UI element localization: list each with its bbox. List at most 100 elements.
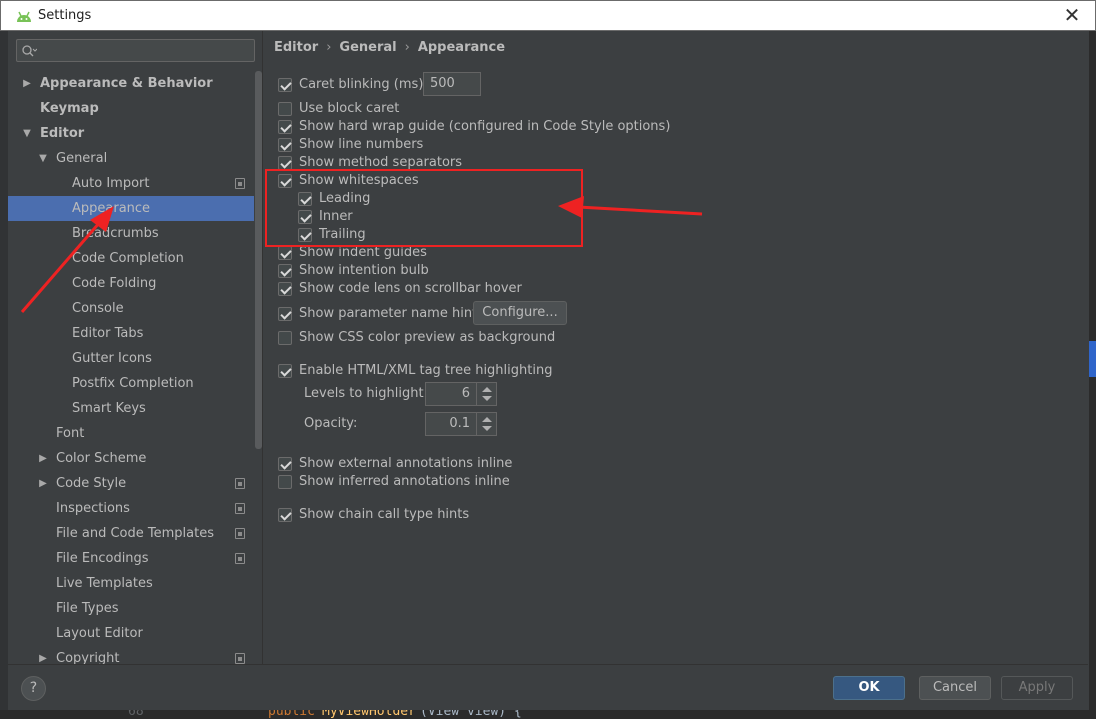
external-annotations-checkbox[interactable]: Show external annotations inline	[278, 455, 518, 473]
android-studio-icon	[17, 11, 31, 22]
opacity-value: 0.1	[449, 416, 470, 431]
sidebar-item-color-scheme[interactable]: ▶ Color Scheme	[8, 446, 254, 471]
levels-spinner[interactable]: 6	[425, 382, 497, 406]
expand-right-icon[interactable]: ▶	[37, 646, 49, 664]
sidebar-item-file-types[interactable]: File Types	[8, 596, 254, 621]
sidebar-item-code-completion[interactable]: Code Completion	[8, 246, 254, 271]
line-numbers-checkbox[interactable]: Show line numbers	[278, 136, 478, 154]
method-separators-checkbox[interactable]: Show method separators	[278, 154, 478, 172]
sidebar-item-label: Code Style	[56, 476, 127, 491]
help-button[interactable]: ?	[21, 676, 46, 701]
spinner-arrows[interactable]	[476, 413, 496, 435]
hard-wrap-guide-checkbox[interactable]: Show hard wrap guide (configured in Code…	[278, 118, 678, 136]
checkbox-icon	[278, 102, 292, 116]
apply-button[interactable]: Apply	[1001, 676, 1073, 700]
trailing-label: Trailing	[319, 227, 366, 242]
search-icon	[22, 45, 37, 57]
sidebar-item-code-folding[interactable]: Code Folding	[8, 271, 254, 296]
sidebar-item-inspections[interactable]: Inspections	[8, 496, 254, 521]
sidebar-item-postfix-completion[interactable]: Postfix Completion	[8, 371, 254, 396]
sidebar-item-gutter-icons[interactable]: Gutter Icons	[8, 346, 254, 371]
param-hints-checkbox[interactable]: Show parameter name hints	[278, 305, 484, 323]
param-hints-label: Show parameter name hints	[299, 306, 484, 321]
project-scope-icon	[235, 478, 245, 489]
sidebar-item-auto-import[interactable]: Auto Import	[8, 171, 254, 196]
show-whitespaces-label: Show whitespaces	[299, 173, 419, 188]
spinner-down-icon[interactable]	[482, 396, 492, 401]
sidebar-item-label: Editor	[40, 126, 85, 141]
sidebar-item-editor-tabs[interactable]: Editor Tabs	[8, 321, 254, 346]
opacity-spinner[interactable]: 0.1	[425, 412, 497, 436]
spinner-up-icon[interactable]	[482, 417, 492, 422]
close-icon[interactable]: ✕	[1061, 5, 1083, 27]
spinner-arrows[interactable]	[476, 383, 496, 405]
sidebar-item-appearance-behavior[interactable]: ▶ Appearance & Behavior	[8, 71, 254, 96]
inferred-annotations-checkbox[interactable]: Show inferred annotations inline	[278, 473, 518, 491]
settings-tree: ▶ Appearance & Behavior Keymap ▼ Editor ▼ Gene…	[8, 69, 254, 664]
sidebar-item-live-templates[interactable]: Live Templates	[8, 571, 254, 596]
breadcrumb: Editor › General › Appearance	[274, 40, 505, 55]
sidebar-scrollbar[interactable]	[255, 71, 262, 449]
sidebar-item-breadcrumbs[interactable]: Breadcrumbs	[8, 221, 254, 246]
expand-down-icon[interactable]: ▼	[21, 121, 33, 146]
trailing-checkbox[interactable]: Trailing	[298, 226, 418, 244]
sidebar-item-label: Appearance & Behavior	[40, 76, 213, 91]
sidebar-item-label: File Types	[56, 601, 119, 616]
expand-right-icon[interactable]: ▶	[21, 71, 33, 96]
sidebar-item-file-and-code-templates[interactable]: File and Code Templates	[8, 521, 254, 546]
caret-blinking-checkbox[interactable]: Caret blinking (ms):	[278, 76, 438, 94]
background-code-strip: 68 public MyViewHolder (View view) {	[0, 710, 1096, 719]
inferred-annotations-label: Show inferred annotations inline	[299, 474, 510, 489]
sidebar-item-file-encodings[interactable]: File Encodings	[8, 546, 254, 571]
indent-guides-checkbox[interactable]: Show indent guides	[278, 244, 478, 262]
sidebar-item-editor[interactable]: ▼ Editor	[8, 121, 254, 146]
use-block-caret-checkbox[interactable]: Use block caret	[278, 100, 478, 118]
intention-bulb-label: Show intention bulb	[299, 263, 429, 278]
checkbox-icon	[278, 457, 292, 471]
sidebar-item-appearance[interactable]: Appearance	[8, 196, 254, 221]
background-code-keyword: public	[268, 710, 315, 719]
sidebar-item-code-style[interactable]: ▶ Code Style	[8, 471, 254, 496]
sidebar-item-layout-editor[interactable]: Layout Editor	[8, 621, 254, 646]
settings-dialog: ▶ Appearance & Behavior Keymap ▼ Editor ▼ Gene…	[8, 31, 1088, 710]
project-scope-icon	[235, 553, 245, 564]
spinner-down-icon[interactable]	[482, 426, 492, 431]
leading-checkbox[interactable]: Leading	[298, 190, 418, 208]
cancel-button[interactable]: Cancel	[919, 676, 991, 700]
sidebar-item-copyright[interactable]: ▶ Copyright	[8, 646, 254, 664]
external-annotations-label: Show external annotations inline	[299, 456, 513, 471]
sidebar-item-general[interactable]: ▼ General	[8, 146, 254, 171]
sidebar-item-font[interactable]: Font	[8, 421, 254, 446]
css-color-checkbox[interactable]: Show CSS color preview as background	[278, 329, 558, 347]
opacity-label: Opacity:	[304, 416, 358, 431]
checkbox-icon	[278, 475, 292, 489]
show-whitespaces-checkbox[interactable]: Show whitespaces	[278, 172, 478, 190]
expand-down-icon[interactable]: ▼	[37, 146, 49, 171]
checkbox-icon	[278, 282, 292, 296]
method-separators-label: Show method separators	[299, 155, 463, 170]
caret-blinking-input[interactable]: 500	[423, 72, 481, 96]
project-scope-icon	[235, 528, 245, 539]
tag-tree-checkbox[interactable]: Enable HTML/XML tag tree highlighting	[278, 362, 558, 380]
breadcrumb-separator: ›	[326, 40, 332, 55]
inner-checkbox[interactable]: Inner	[298, 208, 418, 226]
checkbox-icon	[298, 192, 312, 206]
spinner-up-icon[interactable]	[482, 387, 492, 392]
checkbox-icon	[278, 307, 292, 321]
sidebar-item-smart-keys[interactable]: Smart Keys	[8, 396, 254, 421]
expand-right-icon[interactable]: ▶	[37, 471, 49, 496]
sidebar-item-label: Editor Tabs	[72, 326, 144, 341]
breadcrumb-appearance: Appearance	[417, 40, 506, 55]
configure-button[interactable]: Configure...	[473, 301, 567, 325]
code-lens-checkbox[interactable]: Show code lens on scrollbar hover	[278, 280, 538, 298]
sidebar-item-label: Live Templates	[56, 576, 153, 591]
ok-button[interactable]: OK	[833, 676, 905, 700]
sidebar-item-console[interactable]: Console	[8, 296, 254, 321]
intention-bulb-checkbox[interactable]: Show intention bulb	[278, 262, 478, 280]
search-input[interactable]	[16, 39, 255, 62]
sidebar-item-label: Code Completion	[72, 251, 184, 266]
sidebar-item-keymap[interactable]: Keymap	[8, 96, 254, 121]
background-line-number: 68	[128, 710, 144, 719]
expand-right-icon[interactable]: ▶	[37, 446, 49, 471]
chain-call-checkbox[interactable]: Show chain call type hints	[278, 506, 518, 524]
